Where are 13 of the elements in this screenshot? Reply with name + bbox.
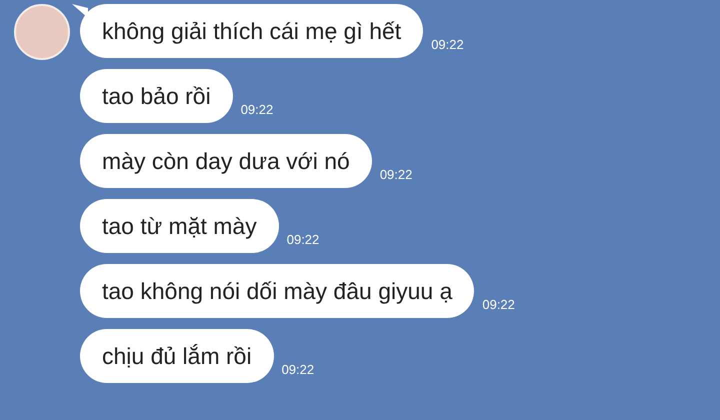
bubble-tail <box>72 4 88 18</box>
message-time: 09:22 <box>482 296 515 314</box>
message-time: 09:22 <box>431 36 464 54</box>
message-bubble: tao từ mặt mày <box>80 199 279 253</box>
message-time: 09:22 <box>282 360 314 378</box>
message-time: 09:22 <box>380 166 412 184</box>
message-bubble: mày còn day dưa với nó <box>80 134 372 188</box>
message-bubble: không giải thích cái mẹ gì hết <box>80 4 424 58</box>
message-time: 09:22 <box>286 230 320 248</box>
message-bubble: tao bảo rồi <box>80 69 233 123</box>
message-bubble: tao không nói dối mày đâu giyuu ạ <box>80 264 474 318</box>
message-time: 09:22 <box>240 100 274 118</box>
message-bubble: chịu đủ lắm rồi <box>80 329 274 383</box>
